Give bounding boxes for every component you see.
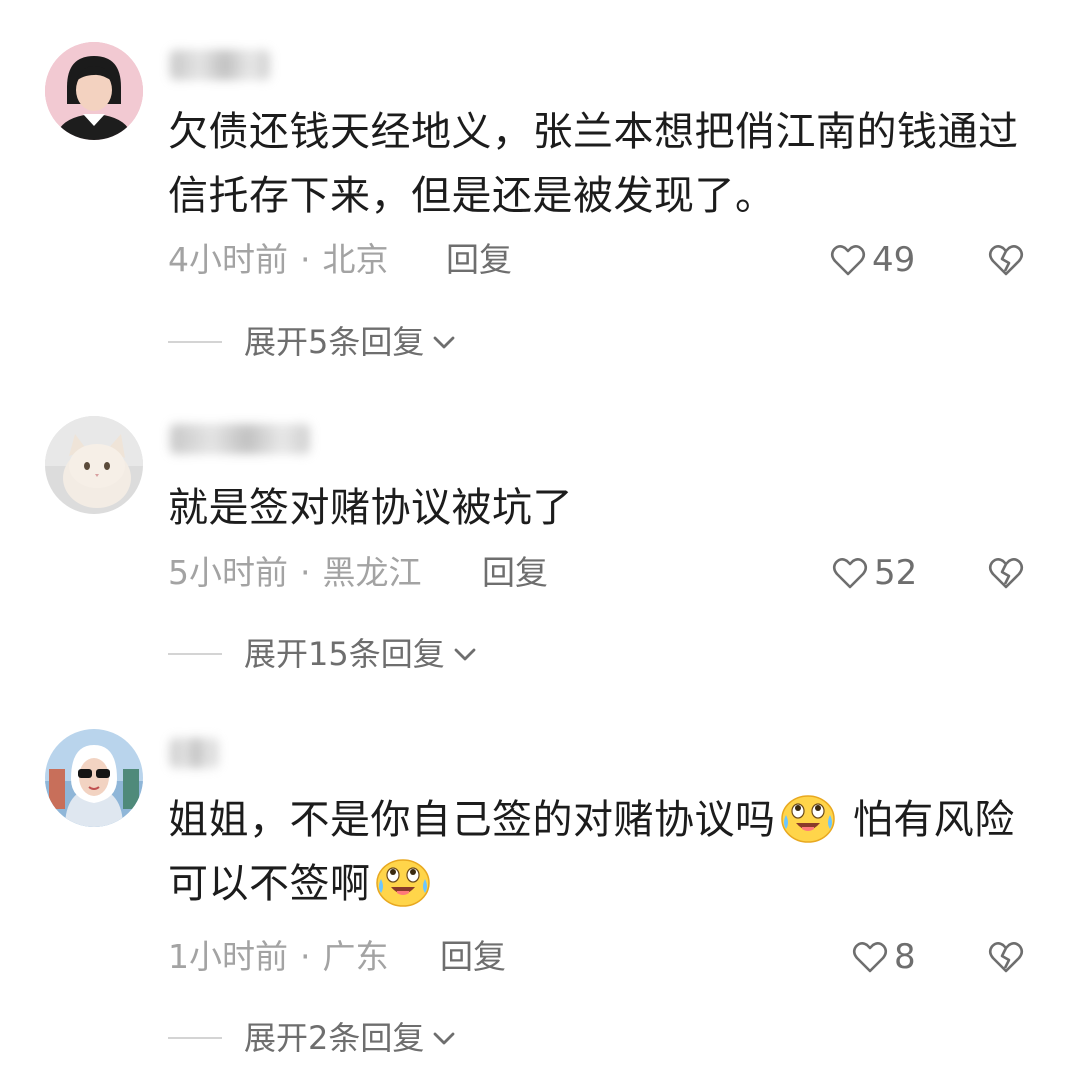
reply-button[interactable]: 回复 bbox=[440, 937, 506, 977]
chevron-down-icon bbox=[433, 1032, 455, 1045]
divider-line bbox=[168, 1037, 222, 1039]
comment-text-segment: 怕有风险 bbox=[839, 797, 1015, 843]
comment-text: 姐姐，不是你自己签的对赌协议吗 怕有风险 可以不签啊 bbox=[168, 788, 1048, 916]
comment-location: 广东 bbox=[322, 937, 389, 976]
dislike-button[interactable] bbox=[986, 937, 1026, 977]
comment-meta: 1小时前 · 广东 bbox=[168, 937, 389, 977]
expand-replies-label: 展开2条回复 bbox=[244, 1019, 425, 1057]
comment-text-line: 可以不签啊 bbox=[168, 852, 1048, 916]
comment-time: 1小时前 bbox=[168, 937, 288, 976]
comment-text-line: 姐姐，不是你自己签的对赌协议吗 怕有风险 bbox=[168, 788, 1048, 852]
crying-laughing-emoji-icon bbox=[780, 795, 835, 843]
broken-heart-icon bbox=[988, 942, 1024, 973]
comment-text-segment: 姐姐，不是你自己签的对赌协议吗 bbox=[168, 797, 776, 843]
comment-text-segment: 可以不签啊 bbox=[168, 861, 371, 907]
username[interactable] bbox=[170, 738, 218, 768]
meta-separator: · bbox=[300, 937, 311, 976]
avatar[interactable] bbox=[45, 729, 143, 827]
comment-item: 姐姐，不是你自己签的对赌协议吗 怕有风险 可以不签啊 1小时前 · 广东 回复 … bbox=[0, 0, 1080, 1082]
like-count: 8 bbox=[894, 937, 916, 977]
expand-replies-button[interactable]: 展开2条回复 bbox=[168, 1018, 458, 1058]
crying-laughing-emoji-icon bbox=[375, 859, 430, 907]
like-button[interactable]: 8 bbox=[850, 937, 916, 977]
heart-icon bbox=[852, 942, 888, 973]
